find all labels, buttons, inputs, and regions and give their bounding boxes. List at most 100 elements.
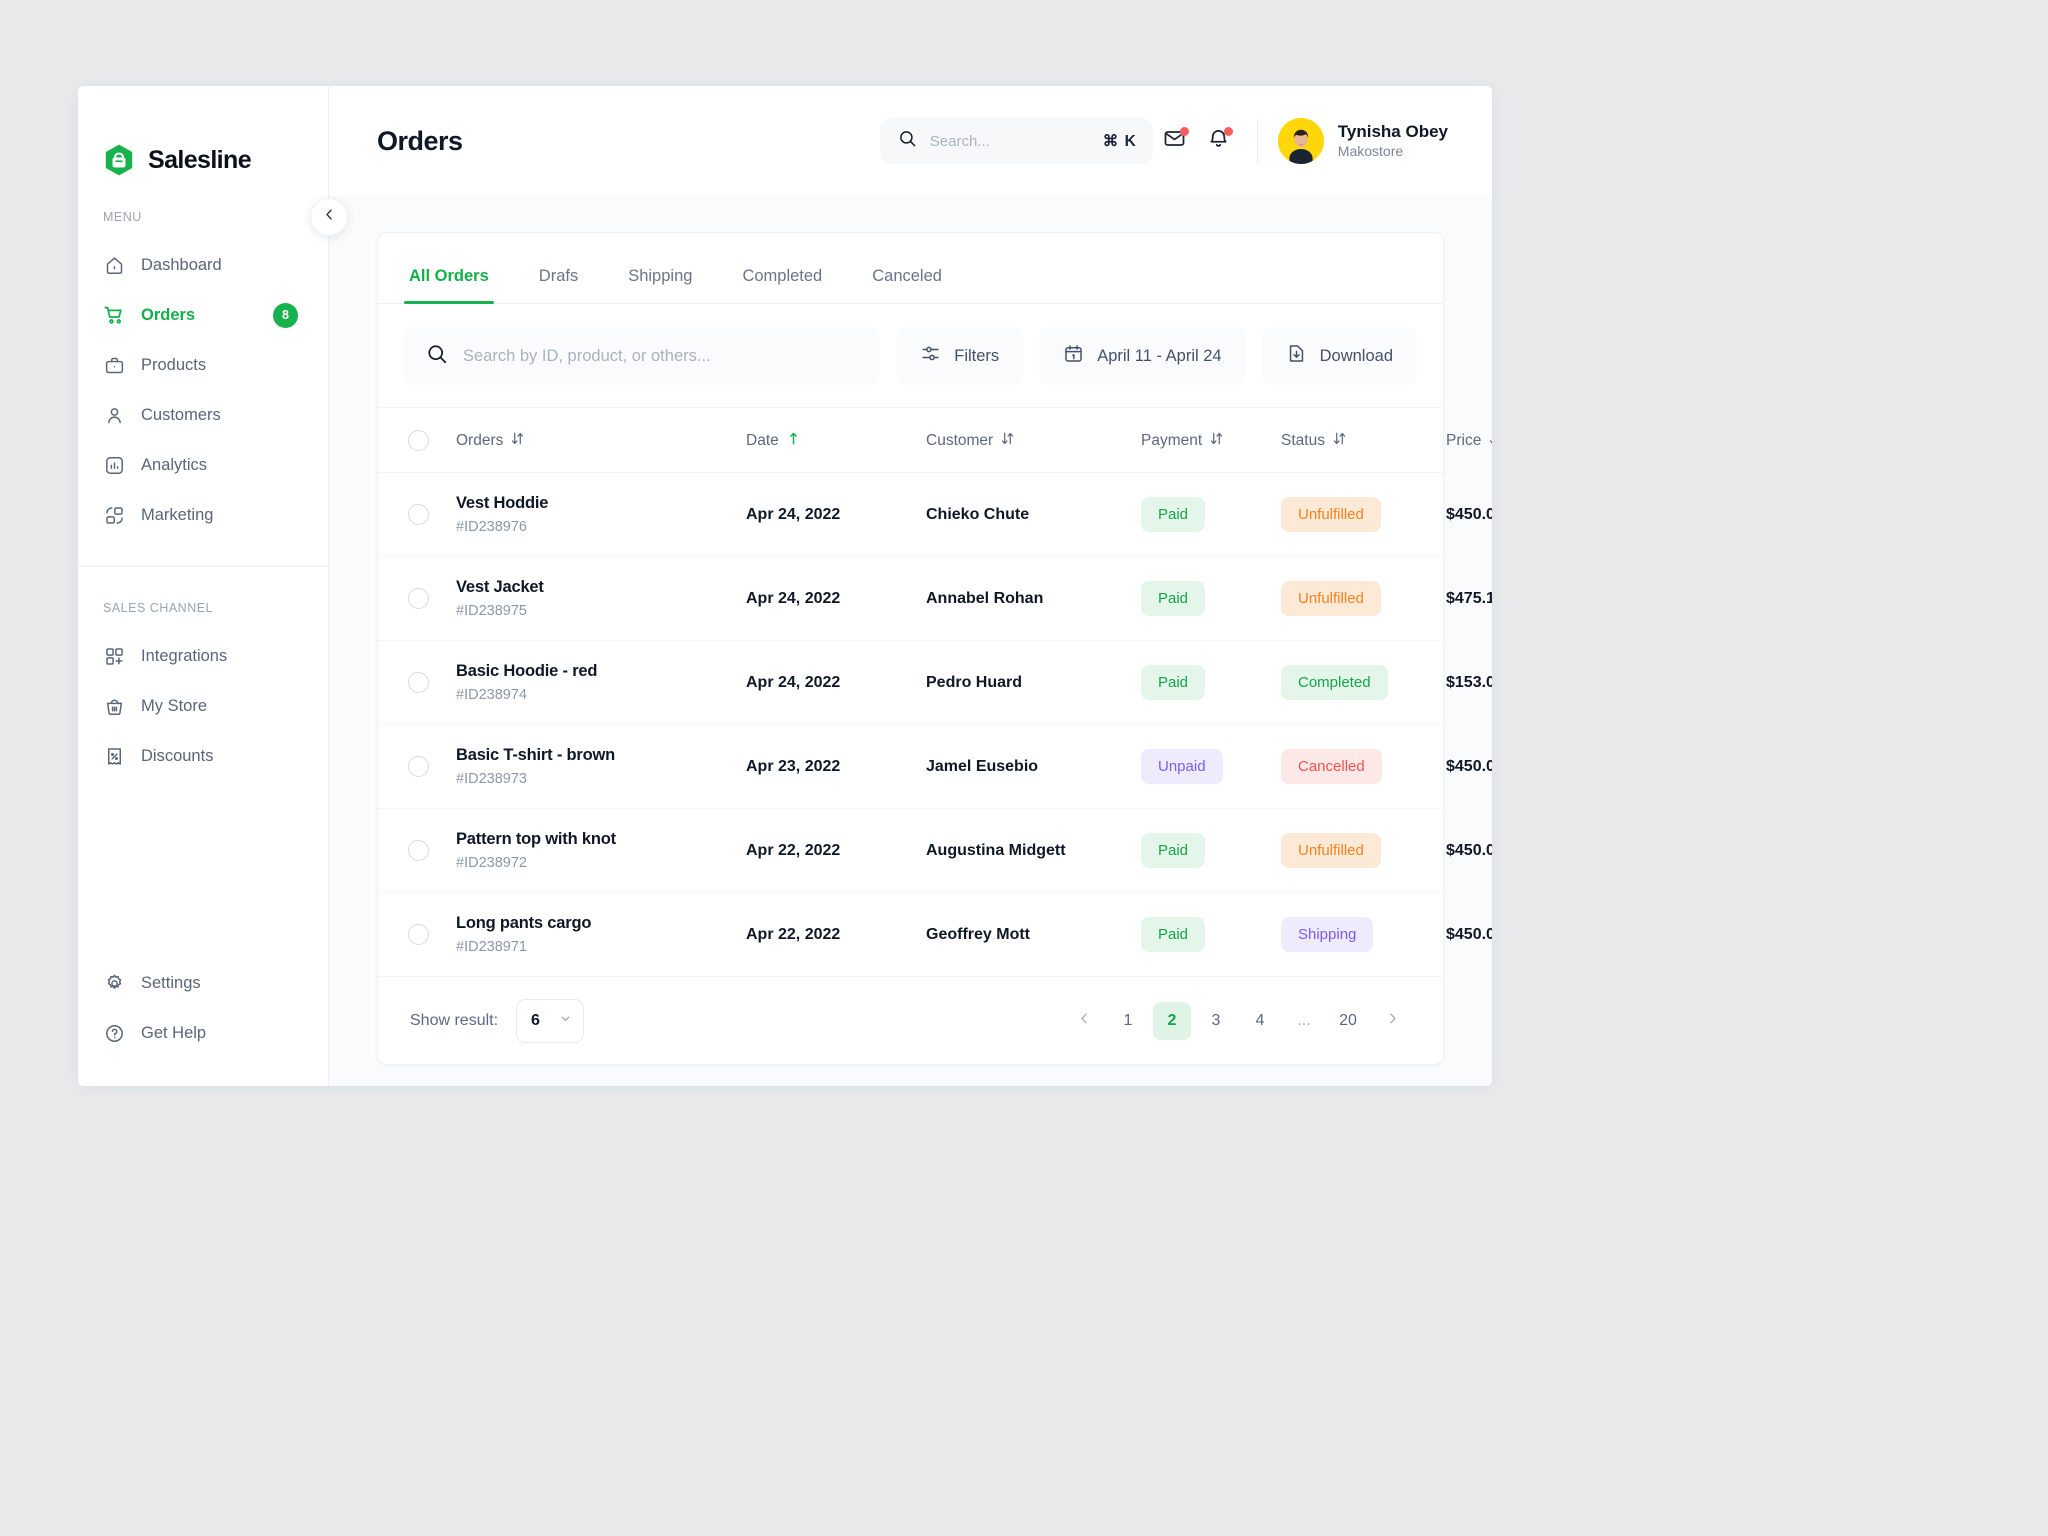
row-select-radio[interactable] [408,924,429,946]
order-name: Basic T-shirt - brown [456,746,615,765]
sidebar-item-my-store[interactable]: My Store [78,681,328,731]
sidebar-channel-section: SALES CHANNEL Integrations My Store Disc… [78,567,328,781]
brand-logo[interactable]: Salesline [78,86,328,196]
tab-drafs[interactable]: Drafs [534,267,583,303]
user-profile[interactable]: Tynisha Obey Makostore [1277,118,1448,164]
orders-search-input[interactable] [463,346,859,366]
column-label: Date [746,431,779,449]
row-select-radio[interactable] [408,504,429,526]
discount-tag-icon [103,745,125,767]
order-cell: Pattern top with knot #ID238972 [456,808,746,894]
tab-all-orders[interactable]: All Orders [404,267,494,305]
order-id: #ID238972 [456,855,527,872]
filters-icon [920,343,941,369]
table-row[interactable]: Vest Hoddie #ID238976 Apr 24, 2022 Chieko C… [378,472,1492,558]
sidebar-item-products[interactable]: Products [78,340,328,390]
orders-search[interactable] [404,327,881,386]
payment-badge: Unpaid [1141,749,1223,785]
order-customer: Augustina Midgett [926,808,1141,894]
row-select-radio[interactable] [408,756,429,778]
table-row[interactable]: Long pants cargo #ID238971 Apr 22, 2022 Geo… [378,893,1492,977]
order-customer: Geoffrey Mott [926,925,1030,943]
pagination-page[interactable]: 20 [1329,1002,1367,1040]
orders-count-badge: 8 [273,302,298,328]
sidebar-item-settings[interactable]: Settings [78,958,328,1008]
payment-badge: Paid [1141,581,1206,617]
orders-toolbar: Filters April 11 - April 24 [378,304,1443,409]
status-badge: Completed [1281,665,1388,701]
sidebar-item-label: Orders [141,305,196,324]
menu-section-label: MENU [103,210,142,224]
global-search[interactable]: ⌘ K [879,118,1153,164]
page-size-select[interactable]: 6 [516,998,585,1043]
search-shortcut-hint: ⌘ K [1102,132,1137,150]
filters-button[interactable]: Filters [896,327,1024,386]
table-row[interactable]: Basic Hoodie - red #ID238974 Apr 24, 2022 P… [378,640,1492,726]
pagination-next[interactable] [1373,1002,1411,1040]
column-header-customer[interactable]: Customer [926,408,1141,474]
column-header-payment[interactable]: Payment [1141,408,1281,474]
sort-both-icon [1489,431,1492,451]
sidebar-item-analytics[interactable]: Analytics [78,440,328,490]
sidebar-item-get-help[interactable]: Get Help [78,1008,328,1058]
page-title: Orders [377,125,463,156]
basket-icon [103,695,125,717]
download-file-icon [1286,343,1307,369]
search-icon [426,343,448,370]
pagination-page[interactable]: 2 [1153,1001,1191,1040]
mail-button[interactable] [1153,119,1197,163]
order-customer: Annabel Rohan [926,556,1141,642]
row-select-cell [378,640,456,726]
pagination-page[interactable]: 1 [1109,1002,1147,1040]
sidebar-item-marketing[interactable]: Marketing [78,490,328,540]
question-circle-icon [103,1022,125,1044]
table-row[interactable]: Basic T-shirt - brown #ID238973 Apr 23, 20… [378,724,1492,810]
payment-badge: Paid [1141,833,1206,869]
status-cell: Cancelled [1281,724,1446,810]
download-button[interactable]: Download [1261,327,1417,386]
sidebar-collapse-button[interactable] [310,198,348,236]
select-all-radio[interactable] [408,430,429,452]
home-icon [103,254,125,276]
table-row[interactable]: Vest Jacket #ID238975 Apr 24, 2022 Annabel … [378,556,1492,642]
search-icon [898,129,917,153]
chevron-down-icon [559,1012,572,1030]
pagination-page[interactable]: 3 [1197,1002,1235,1040]
channel-section-label: SALES CHANNEL [103,601,214,615]
order-customer: Jamel Eusebio [926,724,1141,810]
sidebar-item-orders[interactable]: Orders 8 [78,290,328,340]
table-header-row: Orders Date Customer Payment Status Pric… [378,408,1492,474]
row-select-radio[interactable] [408,840,429,862]
pagination-page[interactable]: 4 [1241,1002,1279,1040]
main-area: Orders ⌘ K [329,86,1492,1086]
tab-canceled[interactable]: Canceled [867,267,947,303]
tab-shipping[interactable]: Shipping [623,267,697,303]
row-select-cell [378,556,456,642]
sidebar-item-label: Analytics [141,455,208,474]
table-row[interactable]: Pattern top with knot #ID238972 Apr 22, 20… [378,808,1492,894]
tab-completed[interactable]: Completed [737,267,827,303]
row-select-radio[interactable] [408,588,429,610]
pagination-prev[interactable] [1065,1002,1103,1040]
column-header-status[interactable]: Status [1281,408,1446,474]
sidebar-item-dashboard[interactable]: Dashboard [78,240,328,290]
column-header-date[interactable]: Date [746,408,926,474]
sidebar-item-label: My Store [141,696,208,715]
orders-table: Orders Date Customer Payment Status Pric… [378,408,1492,977]
status-cell: Unfulfilled [1281,556,1446,642]
notifications-button[interactable] [1197,119,1241,163]
row-select-cell [378,472,456,558]
sidebar-item-customers[interactable]: Customers [78,390,328,440]
order-name: Vest Jacket [456,578,544,597]
row-select-radio[interactable] [408,672,429,694]
sidebar-item-discounts[interactable]: Discounts [78,731,328,781]
column-header-orders[interactable]: Orders [456,408,746,474]
search-input[interactable] [929,132,1090,150]
show-result-label: Show result: [410,1011,499,1029]
status-cell: Completed [1281,640,1446,726]
column-label: Orders [456,431,504,449]
sidebar-item-label: Integrations [141,646,228,665]
user-store: Makostore [1337,143,1404,160]
date-range-button[interactable]: April 11 - April 24 [1039,327,1246,386]
sidebar-item-integrations[interactable]: Integrations [78,631,328,681]
